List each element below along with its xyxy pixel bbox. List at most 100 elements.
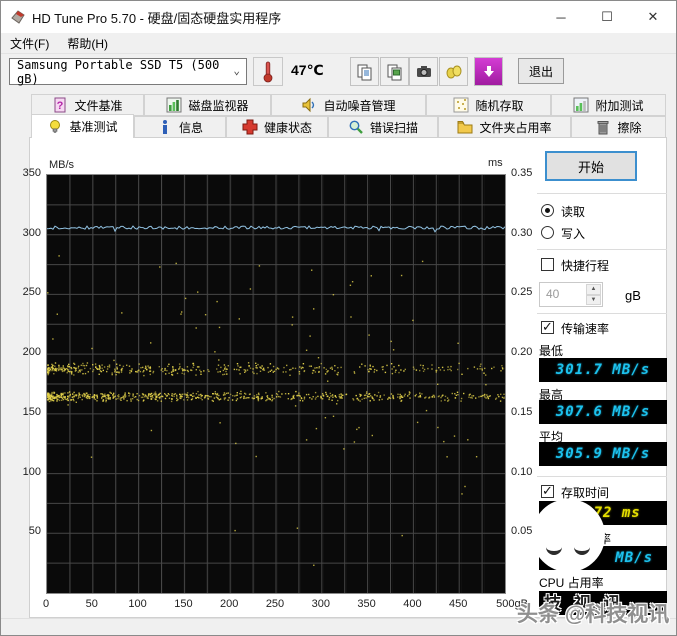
short-stroke-value: 40 (546, 287, 560, 301)
aam-hands-icon (446, 65, 461, 78)
start-button[interactable]: 开始 (545, 151, 637, 181)
tab-label: 信息 (178, 120, 203, 135)
short-stroke-label[interactable]: 快捷行程 (561, 257, 609, 274)
spinner-down-icon[interactable]: ▼ (586, 294, 601, 305)
health-cross-icon (242, 119, 258, 135)
menu-bar: 文件(F) 帮助(H) (1, 33, 676, 54)
random-access-icon (453, 97, 469, 113)
write-label[interactable]: 写入 (561, 225, 585, 242)
title-bar: HD Tune Pro 5.70 - 硬盘/固态硬盘实用程序 ─ ☐ ✕ (1, 1, 676, 33)
tab-disk-monitor[interactable]: 磁盘监视器 (144, 94, 271, 116)
min-label: 最低 (539, 344, 564, 358)
tab-folder-usage[interactable]: 文件夹占用率 (438, 116, 571, 138)
tab-error-scan[interactable]: 错误扫描 (328, 116, 438, 138)
thermometer-icon (263, 61, 273, 82)
access-time-checkbox[interactable] (541, 483, 554, 499)
menu-help[interactable]: 帮助(H) (58, 33, 117, 54)
tab-benchmark[interactable]: 基准测试 (31, 114, 134, 138)
tab-label: 文件基准 (74, 98, 123, 113)
divider (537, 249, 667, 250)
tab-random-access[interactable]: 随机存取 (426, 94, 551, 116)
close-icon[interactable]: ✕ (630, 1, 676, 33)
tick-label: 250 (22, 286, 41, 299)
tab-file-benchmark[interactable]: ? 文件基准 (31, 94, 144, 116)
right-axis-unit: ms (488, 157, 503, 169)
transfer-rate-label[interactable]: 传输速率 (561, 320, 609, 337)
short-stroke-checkbox[interactable] (541, 258, 554, 271)
extra-tests-icon (573, 97, 589, 113)
tick-label: 100 (22, 465, 41, 478)
transfer-rate-checkbox[interactable] (541, 319, 554, 335)
copy-text-button[interactable] (350, 57, 379, 86)
divider (537, 476, 667, 477)
toutiao-logo-watermark (532, 499, 605, 572)
file-benchmark-icon: ? (54, 97, 66, 113)
lamp-icon (50, 119, 61, 133)
tab-info[interactable]: 信息 (134, 116, 226, 138)
divider (537, 193, 667, 194)
avg-value-display: 305.9 MB/s (539, 442, 667, 466)
camera-icon (416, 65, 431, 77)
hd-tune-window: HD Tune Pro 5.70 - 硬盘/固态硬盘实用程序 ─ ☐ ✕ 文件(… (0, 0, 677, 636)
tick-label: 300 (311, 598, 330, 610)
folder-icon (457, 121, 473, 134)
read-radio[interactable] (541, 204, 554, 217)
speaker-icon (302, 97, 315, 113)
tick-label: 0.05 (511, 525, 533, 538)
copy-image-icon (387, 64, 401, 80)
tick-label: 0.35 (511, 167, 533, 179)
tick-label: 450 (449, 598, 468, 610)
short-stroke-unit: gB (625, 288, 641, 303)
exit-button[interactable]: 退出 (518, 58, 564, 84)
screenshot-button[interactable] (409, 57, 438, 86)
tick-label: 0.30 (511, 226, 533, 239)
write-radio[interactable] (541, 226, 554, 239)
spinner-up-icon[interactable]: ▲ (586, 284, 601, 295)
tick-label: 300 (22, 226, 41, 239)
drive-select[interactable]: Samsung Portable SSD T5 (500 gB) ⌄ (9, 58, 247, 86)
tick-label: 350 (22, 167, 41, 179)
chevron-down-icon: ⌄ (233, 64, 240, 77)
tab-erase[interactable]: 擦除 (571, 116, 666, 138)
tick-label: 200 (220, 598, 239, 610)
tick-label: 0 (42, 598, 50, 610)
minimize-icon[interactable]: ─ (538, 1, 584, 33)
tab-label: 错误扫描 (369, 120, 418, 135)
tab-label: 磁盘监视器 (188, 98, 249, 113)
tab-label: 擦除 (617, 120, 642, 135)
tab-label: 健康状态 (263, 120, 312, 135)
tick-label: 50 (85, 598, 98, 610)
tab-label: 文件夹占用率 (479, 120, 552, 135)
tick-label: 400 (403, 598, 422, 610)
tab-aam[interactable]: 自动噪音管理 (271, 94, 426, 116)
maximize-icon[interactable]: ☐ (584, 1, 630, 33)
tick-label: 150 (22, 405, 41, 418)
short-stroke-spinner[interactable]: 40 ▲ ▼ (539, 282, 603, 307)
disk-monitor-icon (166, 97, 182, 113)
copy-image-button[interactable] (380, 57, 409, 86)
read-label[interactable]: 读取 (561, 203, 585, 220)
exit-label: 退出 (528, 64, 553, 79)
tab-label: 附加测试 (595, 98, 644, 113)
tick-label: 250 (265, 598, 285, 610)
tick-label: 50 (28, 525, 41, 538)
toolbar: Samsung Portable SSD T5 (500 gB) ⌄ 47℃ 退… (1, 54, 676, 92)
tab-extra-tests[interactable]: 附加测试 (551, 94, 666, 116)
temperature-button[interactable] (253, 57, 283, 86)
info-icon (162, 120, 167, 134)
menu-file[interactable]: 文件(F) (1, 33, 58, 54)
save-results-button[interactable] (474, 57, 503, 86)
tick-label: 100 (128, 598, 147, 610)
tick-label: 200 (22, 346, 41, 359)
chart-canvas (46, 175, 507, 593)
window-title: HD Tune Pro 5.70 - 硬盘/固态硬盘实用程序 (32, 10, 282, 26)
aam-button[interactable] (439, 57, 468, 86)
divider (537, 313, 667, 314)
svg-text:?: ? (57, 100, 64, 112)
tab-health[interactable]: 健康状态 (226, 116, 328, 138)
start-label: 开始 (577, 159, 604, 175)
tick-label: 0.20 (511, 346, 533, 359)
tab-label: 随机存取 (475, 98, 524, 113)
max-value-display: 307.6 MB/s (539, 400, 667, 424)
tab-label: 自动噪音管理 (323, 98, 396, 113)
